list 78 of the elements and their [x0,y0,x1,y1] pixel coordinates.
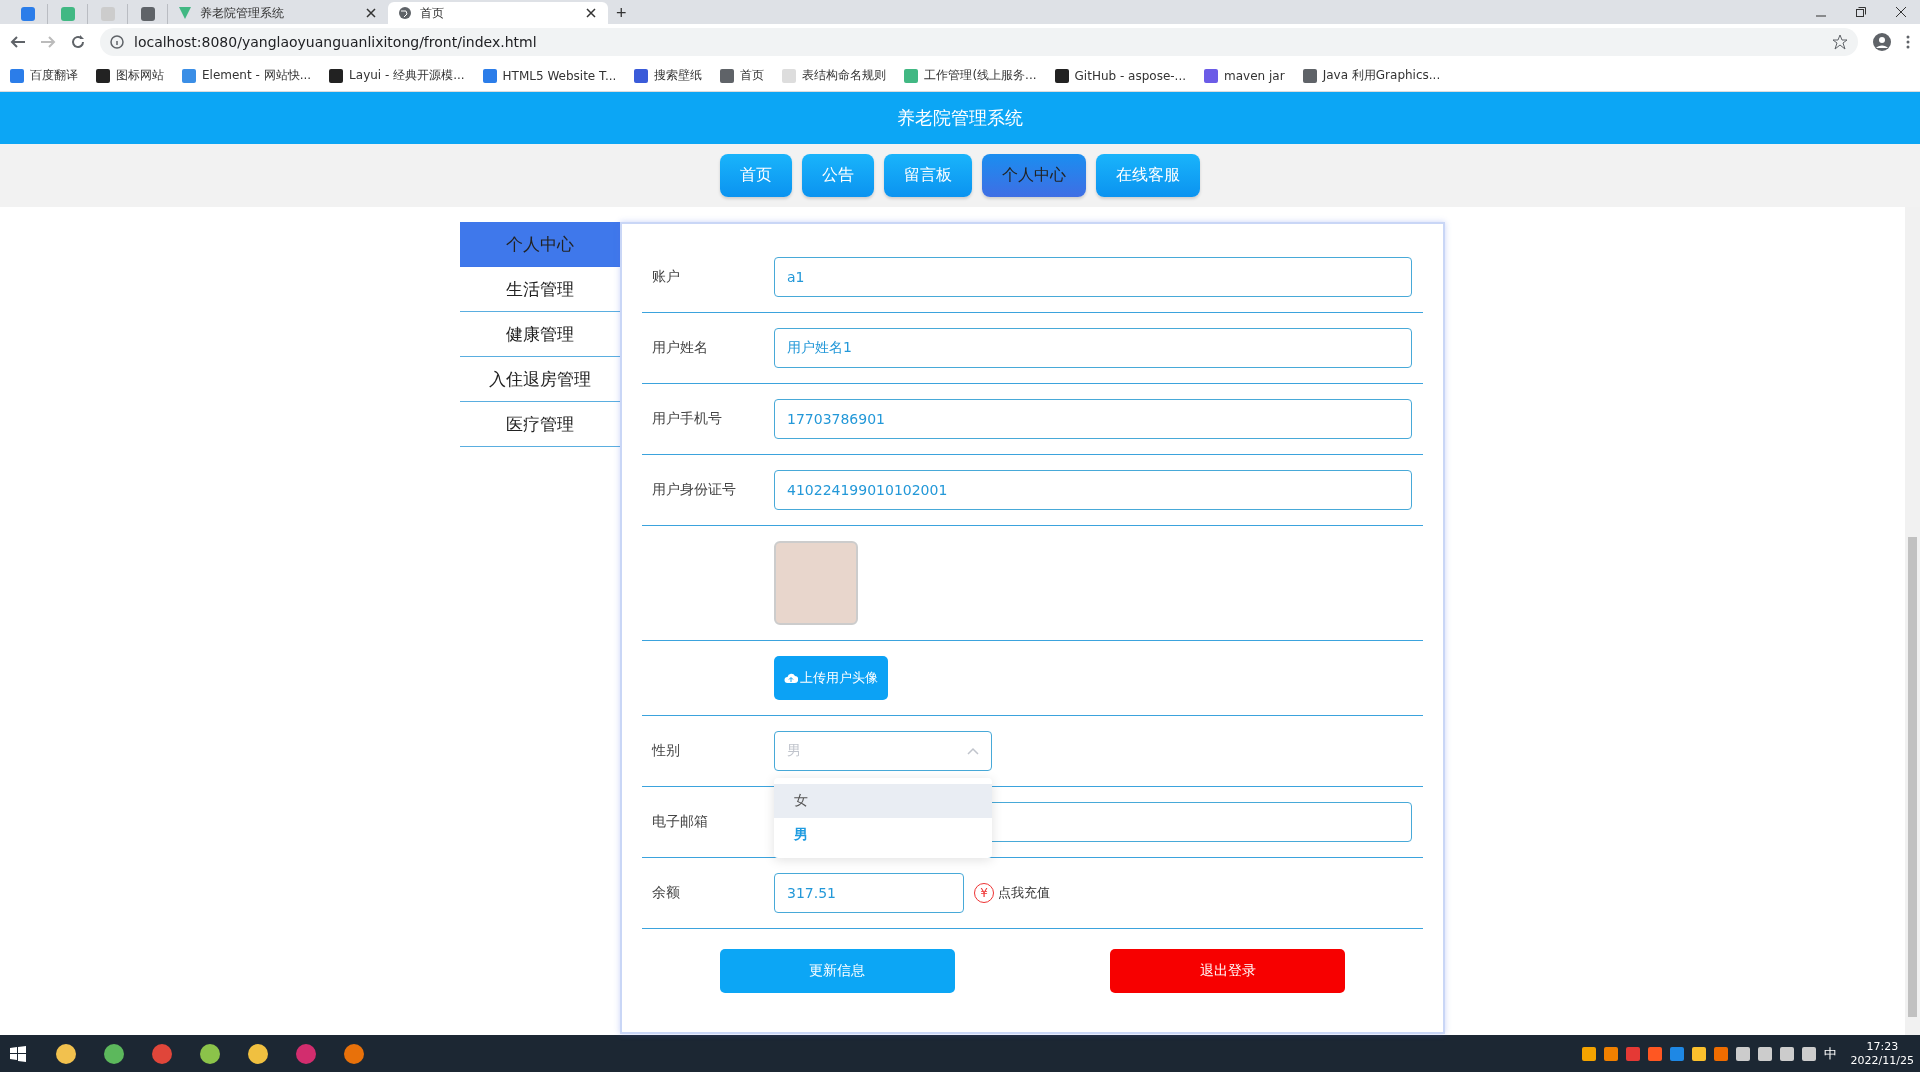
tab-title: 首页 [420,4,445,22]
bookmark-icon [182,68,196,83]
app-icon[interactable] [198,1041,222,1066]
field-label: 账户 [651,268,681,286]
bookmark-link[interactable]: 搜索壁纸 [634,67,703,84]
bookmark-icon [10,68,24,83]
bookmark-icon [1054,68,1069,83]
field-label: 用户身份证号 [651,481,737,499]
scrollbar[interactable] [1905,207,1920,1035]
close-icon[interactable] [364,6,378,20]
bookmark-icon [634,68,649,83]
profile-icon[interactable] [1872,32,1892,52]
bookmark-icon [482,68,497,83]
bookmark-icon [782,68,797,83]
recharge-link[interactable]: 点我充值 [998,884,1050,902]
field-label: 电子邮箱 [651,813,709,831]
bookmark-link[interactable]: 首页 [720,67,765,84]
ime-indicator[interactable]: 中 [1823,1044,1837,1063]
tray-icon[interactable] [1647,1046,1662,1061]
restore-icon[interactable] [1856,7,1866,17]
menu-icon[interactable] [1906,34,1910,50]
info-icon [110,35,124,49]
site-icon [178,6,192,20]
reload-icon[interactable] [70,34,86,50]
nav-button[interactable]: 个人中心 [982,154,1086,197]
app-icon[interactable] [54,1041,78,1066]
field-label: 余额 [651,884,681,902]
action-button[interactable]: 退出登录 [1110,949,1346,993]
new-tab-button[interactable]: + [608,2,635,24]
tab-title: 养老院管理系统 [200,4,285,22]
bookmark-link[interactable]: maven jar [1204,68,1285,83]
clock[interactable]: 17:23 2022/11/25 [1850,1039,1914,1068]
app-icon[interactable] [102,1041,126,1066]
browser-tab[interactable]: 养老院管理系统 [168,2,388,24]
field-label: 用户姓名 [651,339,709,357]
star-icon[interactable] [1832,34,1848,50]
browser-tab[interactable]: 首页 [388,2,608,24]
field-label: 用户手机号 [651,410,723,428]
bookmark-link[interactable]: Element - 网站快... [182,67,312,84]
bookmark-icon [96,68,110,83]
bookmark-link[interactable]: 图标网站 [96,67,164,84]
site-icon[interactable] [140,7,155,21]
bookmark-icon [904,68,919,83]
bookmark-icon [720,68,735,83]
bookmark-link[interactable]: 表结构命名规则 [782,67,887,84]
tray-icon[interactable] [1691,1046,1706,1061]
close-icon[interactable] [1896,7,1906,17]
app-icon[interactable] [246,1041,270,1066]
sidebar-item[interactable]: 个人中心 [460,222,620,267]
bookmark-link[interactable]: Java 利用Graphics... [1302,67,1441,84]
app-icon[interactable] [342,1041,366,1066]
address-bar[interactable]: localhost:8080/yanglaoyuanguanlixitong/front/index.html [100,28,1858,56]
dropdown-option[interactable]: 女 [774,784,992,818]
tray-icon[interactable] [1757,1046,1772,1061]
bookmark-link[interactable]: HTML5 Website T... [482,68,617,83]
tray-icon[interactable] [1603,1046,1618,1061]
site-title: 养老院管理系统 [897,106,1023,130]
tray-icon[interactable] [1669,1046,1684,1061]
site-icon[interactable] [20,7,35,21]
bookmark-link[interactable]: 百度翻译 [10,67,78,84]
bookmark-link[interactable]: GitHub - aspose-... [1054,68,1187,83]
url-text: localhost:8080/yanglaoyuanguanlixitong/front/index.html [134,34,538,50]
app-icon[interactable] [150,1041,174,1066]
cloud-upload-icon [784,672,798,684]
bookmark-icon [1302,68,1317,83]
bookmark-icon [1204,68,1219,83]
back-icon[interactable] [10,34,26,50]
close-icon[interactable] [584,6,598,20]
bookmark-icon [329,68,344,83]
tray-icon[interactable] [1713,1046,1728,1061]
field-label: 性别 [650,742,681,760]
bookmark-link[interactable]: 工作管理(线上服务... [904,67,1037,84]
tray-icon[interactable] [1581,1046,1596,1061]
bookmark-link[interactable]: Layui - 经典开源模... [329,67,465,84]
tray-icon[interactable] [1779,1046,1794,1061]
tray-icon[interactable] [1801,1046,1816,1061]
tray-icon[interactable] [1735,1046,1750,1061]
chevron-icon [967,747,979,755]
